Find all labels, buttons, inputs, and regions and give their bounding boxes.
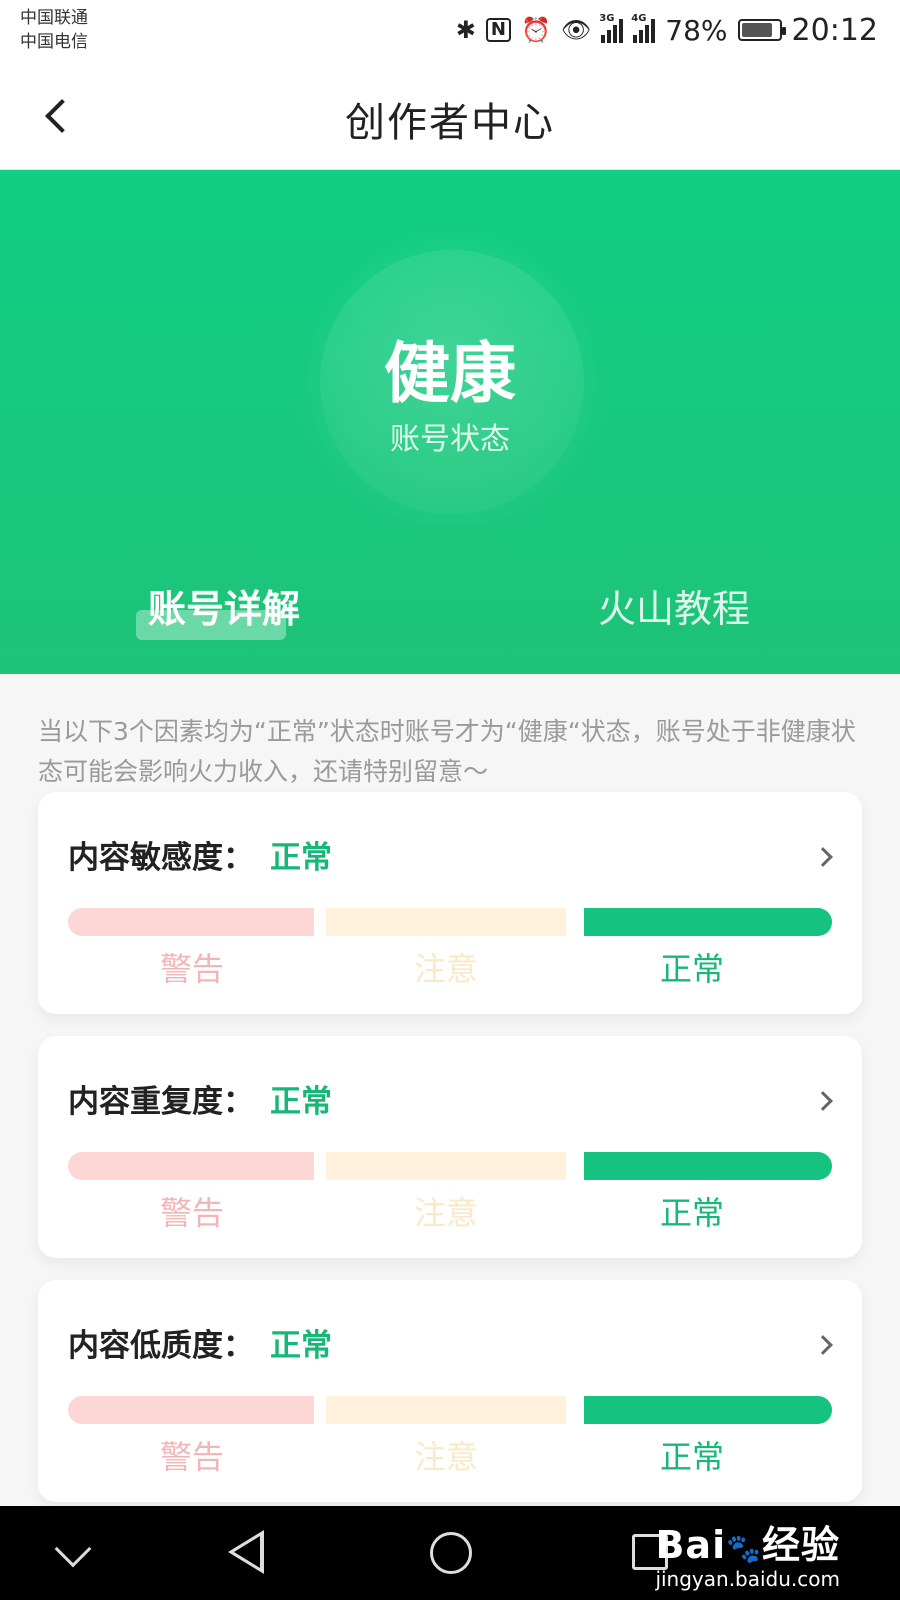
scale-warn-label: 警告 xyxy=(159,1194,224,1232)
factor-card-repetition[interactable]: 内容重复度： 正常 警告 注意 正常 xyxy=(38,1036,862,1258)
carrier-2: 中国电信 xyxy=(20,32,88,52)
scale-caution-label: 注意 xyxy=(413,1194,478,1232)
eye-icon: 👁 xyxy=(560,16,592,44)
scale-normal-label: 正常 xyxy=(659,1438,724,1476)
scale-warn-segment xyxy=(68,1396,314,1424)
tab-account-details[interactable]: 账号详解 xyxy=(148,578,300,633)
scale-warn-segment xyxy=(68,908,314,936)
baidu-jingyan-watermark: Bai🐾经验 jingyan.baidu.com xyxy=(655,1514,840,1591)
nav-back-icon-inner xyxy=(234,1536,260,1568)
page-title: 创作者中心 xyxy=(345,100,555,146)
factor-card-sensitivity[interactable]: 内容敏感度： 正常 警告 注意 正常 xyxy=(38,792,862,1014)
factor-card-low-quality[interactable]: 内容低质度： 正常 警告 注意 正常 xyxy=(38,1280,862,1502)
scale-caution-segment xyxy=(326,908,566,936)
network-type-1: 3G xyxy=(599,13,615,24)
account-status-label: 账号状态 xyxy=(390,422,510,457)
watermark-logo: Bai🐾经验 xyxy=(655,1514,840,1569)
chevron-right-icon[interactable] xyxy=(813,847,833,867)
bluetooth-icon: ✱ xyxy=(455,16,476,44)
chevron-right-icon[interactable] xyxy=(813,1091,833,1111)
clock: 20:12 xyxy=(791,12,878,48)
watermark-logo-suffix: 经验 xyxy=(761,1523,840,1567)
scale-caution-label: 注意 xyxy=(413,950,478,988)
carrier-1: 中国联通 xyxy=(20,8,88,28)
factor-title: 内容敏感度： xyxy=(68,840,254,876)
scale-warn-label: 警告 xyxy=(159,1438,224,1476)
network-type-2: 4G xyxy=(631,13,647,24)
chevron-down-icon[interactable] xyxy=(54,1530,92,1568)
alarm-icon: ⏰ xyxy=(520,16,551,44)
factor-title: 内容重复度： xyxy=(68,1084,254,1120)
factor-value: 正常 xyxy=(270,840,332,876)
scale-caution-segment xyxy=(326,1396,566,1424)
watermark-url: jingyan.baidu.com xyxy=(655,1567,840,1591)
scale-caution-segment xyxy=(326,1152,566,1180)
app-header: 创作者中心 xyxy=(0,62,900,170)
signal-3g-icon: 3G xyxy=(599,13,624,43)
signal-4g-icon: 4G xyxy=(631,13,656,43)
intro-text: 当以下3个因素均为“正常”状态时账号才为“健康“状态，账号处于非健康状态可能会影… xyxy=(38,717,856,786)
scale-warn-segment xyxy=(68,1152,314,1180)
nfc-icon: N xyxy=(485,18,511,42)
status-icons: ✱ N ⏰ 👁 3G 4G 78% 20:12 xyxy=(456,12,878,48)
account-status-hero: 健康 账号状态 账号详解 火山教程 xyxy=(0,170,900,674)
watermark-logo-text: Bai xyxy=(655,1523,727,1567)
scale-normal-label: 正常 xyxy=(659,1194,724,1232)
scale-normal-segment xyxy=(584,908,832,936)
factor-title: 内容低质度： xyxy=(68,1328,254,1364)
chevron-right-icon[interactable] xyxy=(813,1335,833,1355)
battery-percent: 78% xyxy=(665,13,728,47)
status-bar: 中国联通 中国电信 ✱ N ⏰ 👁 3G 4G 78% 20:12 xyxy=(0,0,900,62)
scale-warn-label: 警告 xyxy=(159,950,224,988)
battery-icon xyxy=(737,19,786,41)
carrier-info: 中国联通 中国电信 xyxy=(20,6,88,54)
system-nav-bar: Bai🐾经验 jingyan.baidu.com xyxy=(0,1506,900,1600)
factor-value: 正常 xyxy=(270,1328,332,1364)
paw-icon: 🐾 xyxy=(726,1532,762,1565)
scale-normal-label: 正常 xyxy=(659,950,724,988)
nav-home-icon[interactable] xyxy=(430,1532,472,1574)
scale-caution-label: 注意 xyxy=(413,1438,478,1476)
account-status-value: 健康 xyxy=(384,335,516,412)
scale-normal-segment xyxy=(584,1152,832,1180)
tab-volcano-tutorial[interactable]: 火山教程 xyxy=(598,578,750,633)
factor-value: 正常 xyxy=(270,1084,332,1120)
scale-normal-segment xyxy=(584,1396,832,1424)
